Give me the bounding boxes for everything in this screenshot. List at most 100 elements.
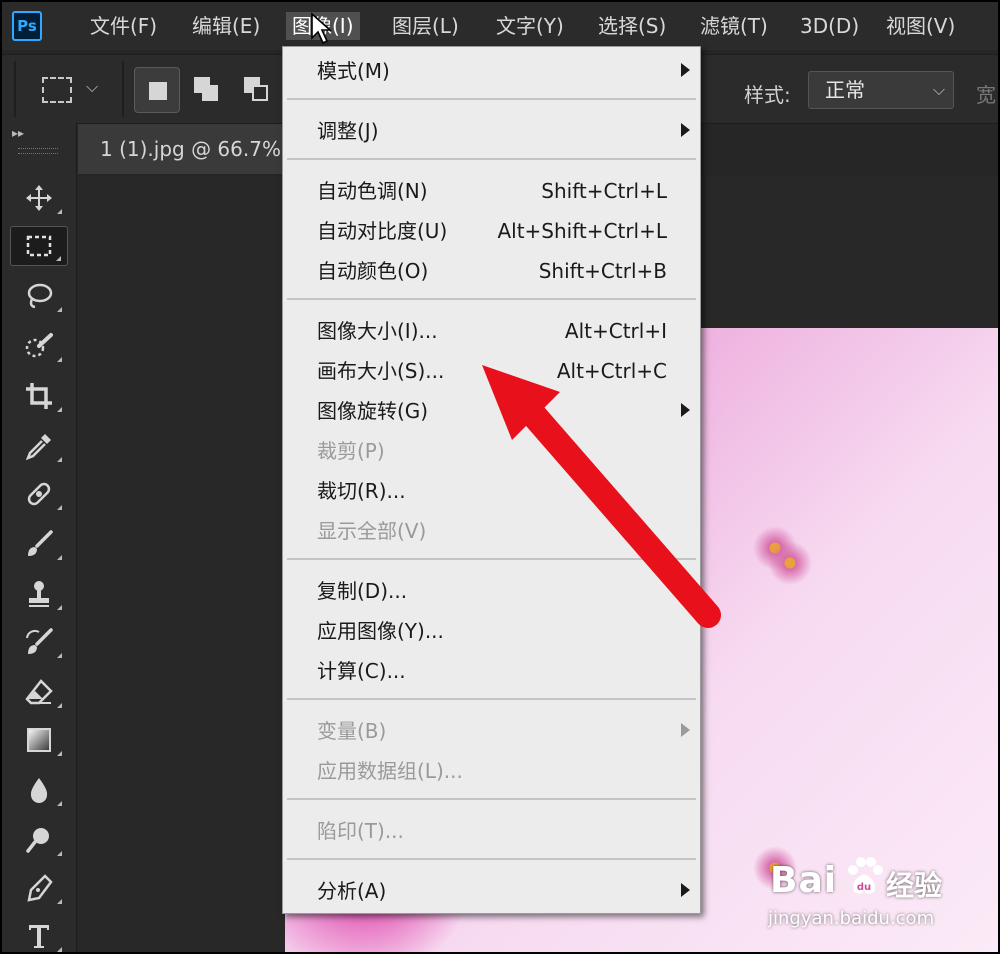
menu-filter[interactable]: 滤镜(T) <box>694 12 774 40</box>
baidu-watermark: Bai du 经验 jingyan.baidu.com <box>766 850 986 940</box>
tool-flyout-indicator <box>57 653 62 658</box>
add-to-selection-button[interactable] <box>184 67 230 113</box>
healing-brush-icon <box>27 482 51 506</box>
menu-item-label: 应用数据组(L)... <box>317 759 463 783</box>
submenu-arrow-icon <box>681 63 690 77</box>
marquee-tool[interactable] <box>10 226 68 266</box>
add-selection-icon-part <box>202 85 218 101</box>
brush-icon <box>28 530 53 556</box>
move-icon <box>26 185 52 211</box>
brush-tool[interactable] <box>10 524 68 564</box>
clone-stamp-icon <box>29 581 49 607</box>
quick-select-tool[interactable] <box>10 326 68 366</box>
panel-grip[interactable] <box>18 148 58 154</box>
marquee-icon <box>26 235 52 257</box>
move-tool[interactable] <box>10 178 68 218</box>
menu-item-image-size[interactable]: 图像大小(I)... Alt+Ctrl+I <box>283 311 700 351</box>
style-select-value: 正常 <box>825 78 865 102</box>
menu-item-shortcut: Shift+Ctrl+L <box>541 179 667 203</box>
watermark-url: jingyan.baidu.com <box>768 908 935 929</box>
menu-item-trim[interactable]: 裁切(R)... <box>283 471 700 511</box>
eraser-icon <box>25 679 53 705</box>
svg-text:du: du <box>857 882 871 893</box>
healing-brush-tool[interactable] <box>10 474 68 514</box>
eraser-tool[interactable] <box>10 672 68 712</box>
tool-flyout-indicator <box>57 555 62 560</box>
menu-edit[interactable]: 编辑(E) <box>186 12 266 40</box>
paw-icon: du <box>848 857 883 894</box>
menu-separator <box>287 698 696 700</box>
tool-flyout-indicator <box>56 256 61 261</box>
submenu-arrow-icon <box>681 723 690 737</box>
ps-logo: Ps <box>12 11 42 41</box>
history-brush-tool[interactable] <box>10 622 68 662</box>
lasso-icon <box>27 283 53 309</box>
options-divider <box>122 61 124 117</box>
type-tool[interactable] <box>10 916 68 952</box>
tool-flyout-indicator <box>57 307 62 312</box>
quick-select-icon <box>25 333 53 358</box>
document-tab[interactable]: 1 (1).jpg @ 66.7% <box>78 124 306 174</box>
menu-view[interactable]: 视图(V) <box>880 12 961 40</box>
image-menu-dropdown: 模式(M) 调整(J) 自动色调(N) Shift+Ctrl+L 自动对比度(U… <box>282 46 701 914</box>
menu-item-label: 模式(M) <box>317 59 390 83</box>
dodge-tool[interactable] <box>10 820 68 860</box>
menu-item-shortcut: Alt+Ctrl+C <box>556 359 667 383</box>
menu-item-label: 应用图像(Y)... <box>317 619 444 643</box>
chevron-down-icon[interactable]: ⌵ <box>86 77 98 97</box>
chevron-down-icon: ⌵ <box>932 80 945 99</box>
blur-tool[interactable] <box>10 770 68 810</box>
menu-item-auto-color[interactable]: 自动颜色(O) Shift+Ctrl+B <box>283 251 700 291</box>
new-selection-icon <box>149 82 167 100</box>
tool-flyout-indicator <box>57 851 62 856</box>
menu-item-adjustments[interactable]: 调整(J) <box>283 111 700 151</box>
menu-item-label: 复制(D)... <box>317 579 408 603</box>
menu-item-duplicate[interactable]: 复制(D)... <box>283 571 700 611</box>
menu-select[interactable]: 选择(S) <box>592 12 672 40</box>
menu-type[interactable]: 文字(Y) <box>490 12 570 40</box>
collapse-icon[interactable]: ▸▸ <box>12 126 24 140</box>
menu-item-image-rotation[interactable]: 图像旋转(G) <box>283 391 700 431</box>
menu-item-label: 自动对比度(U) <box>317 219 448 243</box>
flower <box>755 528 825 598</box>
marquee-preset-icon[interactable] <box>42 77 72 103</box>
watermark-brand-zh: 经验 <box>886 869 943 902</box>
menu-item-auto-contrast[interactable]: 自动对比度(U) Alt+Shift+Ctrl+L <box>283 211 700 251</box>
menu-3d[interactable]: 3D(D) <box>794 12 865 40</box>
menu-item-label: 自动颜色(O) <box>317 259 429 283</box>
tools-panel: ▸▸ <box>2 122 77 952</box>
lasso-tool[interactable] <box>10 276 68 316</box>
eyedropper-tool[interactable] <box>10 426 68 466</box>
menu-item-label: 图像大小(I)... <box>317 319 438 343</box>
new-selection-button[interactable] <box>134 67 180 113</box>
menu-layer[interactable]: 图层(L) <box>386 12 465 40</box>
tool-flyout-indicator <box>57 947 62 952</box>
gradient-tool[interactable] <box>10 720 68 760</box>
menu-item-auto-tone[interactable]: 自动色调(N) Shift+Ctrl+L <box>283 171 700 211</box>
menu-separator <box>287 858 696 860</box>
menu-separator <box>287 558 696 560</box>
crop-tool[interactable] <box>10 376 68 416</box>
watermark-brand: Bai <box>770 860 838 901</box>
menu-item-shortcut: Alt+Shift+Ctrl+L <box>497 219 667 243</box>
clone-stamp-tool[interactable] <box>10 574 68 614</box>
menu-file[interactable]: 文件(F) <box>84 12 163 40</box>
history-brush-icon <box>26 628 53 654</box>
dodge-icon <box>26 828 49 853</box>
menu-item-analysis[interactable]: 分析(A) <box>283 871 700 911</box>
subtract-selection-button[interactable] <box>234 67 280 113</box>
menu-item-apply-image[interactable]: 应用图像(Y)... <box>283 611 700 651</box>
menu-item-calculations[interactable]: 计算(C)... <box>283 651 700 691</box>
menu-item-label: 裁切(R)... <box>317 479 406 503</box>
style-select[interactable]: 正常 ⌵ <box>808 71 954 109</box>
eyedropper-icon <box>25 434 51 461</box>
pen-tool[interactable] <box>10 868 68 908</box>
menu-separator <box>287 158 696 160</box>
menu-item-label: 裁剪(P) <box>317 439 385 463</box>
tool-flyout-indicator <box>57 505 62 510</box>
menu-item-label: 显示全部(V) <box>317 519 427 543</box>
menu-item-label: 分析(A) <box>317 879 387 903</box>
mouse-cursor-icon <box>311 12 333 45</box>
menu-item-canvas-size[interactable]: 画布大小(S)... Alt+Ctrl+C <box>283 351 700 391</box>
menu-item-mode[interactable]: 模式(M) <box>283 51 700 91</box>
